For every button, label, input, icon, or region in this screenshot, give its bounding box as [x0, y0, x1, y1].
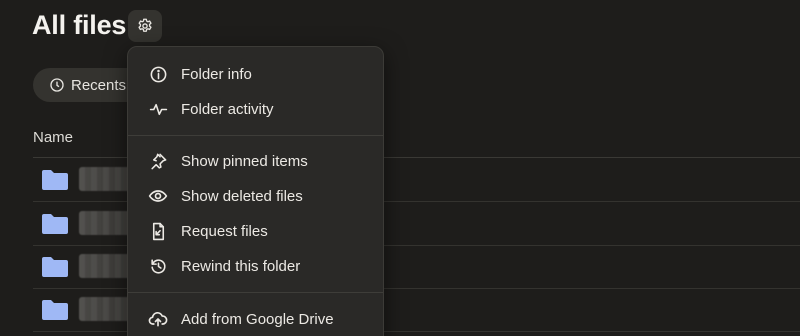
folder-icon — [41, 256, 69, 283]
gear-icon — [136, 17, 154, 35]
menu-item-label: Folder activity — [181, 100, 274, 118]
menu-item-label: Request files — [181, 222, 268, 240]
menu-item-label: Show pinned items — [181, 152, 308, 170]
recents-label: Recents — [71, 76, 127, 94]
menu-item-add-google-drive[interactable]: Add from Google Drive — [128, 302, 383, 336]
request-file-icon — [148, 221, 168, 241]
menu-item-show-deleted[interactable]: Show deleted files — [128, 179, 383, 213]
column-header-name[interactable]: Name — [33, 129, 73, 146]
folder-icon — [41, 169, 69, 196]
info-icon — [148, 64, 168, 84]
menu-item-folder-activity[interactable]: Folder activity — [128, 92, 383, 126]
folder-settings-menu: Folder info Folder activity Show pinned … — [127, 46, 384, 336]
rewind-icon — [148, 256, 168, 276]
menu-divider — [128, 135, 383, 136]
pin-icon — [148, 151, 168, 171]
menu-item-folder-info[interactable]: Folder info — [128, 57, 383, 91]
page-title: All files — [32, 10, 127, 40]
menu-item-label: Folder info — [181, 65, 252, 83]
folder-icon — [41, 213, 69, 240]
eye-icon — [148, 186, 168, 206]
menu-item-label: Rewind this folder — [181, 257, 301, 275]
menu-item-label: Show deleted files — [181, 187, 303, 205]
menu-divider — [128, 292, 383, 293]
menu-item-label: Add from Google Drive — [181, 310, 334, 328]
cloud-upload-icon — [148, 309, 168, 329]
folder-settings-button[interactable] — [128, 10, 162, 42]
clock-icon — [49, 77, 65, 93]
menu-item-rewind-folder[interactable]: Rewind this folder — [128, 249, 383, 283]
menu-item-show-pinned[interactable]: Show pinned items — [128, 144, 383, 178]
file-browser: All files Recents Name Folder info Folde… — [0, 0, 800, 336]
activity-icon — [148, 99, 168, 119]
folder-icon — [41, 299, 69, 326]
menu-item-request-files[interactable]: Request files — [128, 214, 383, 248]
